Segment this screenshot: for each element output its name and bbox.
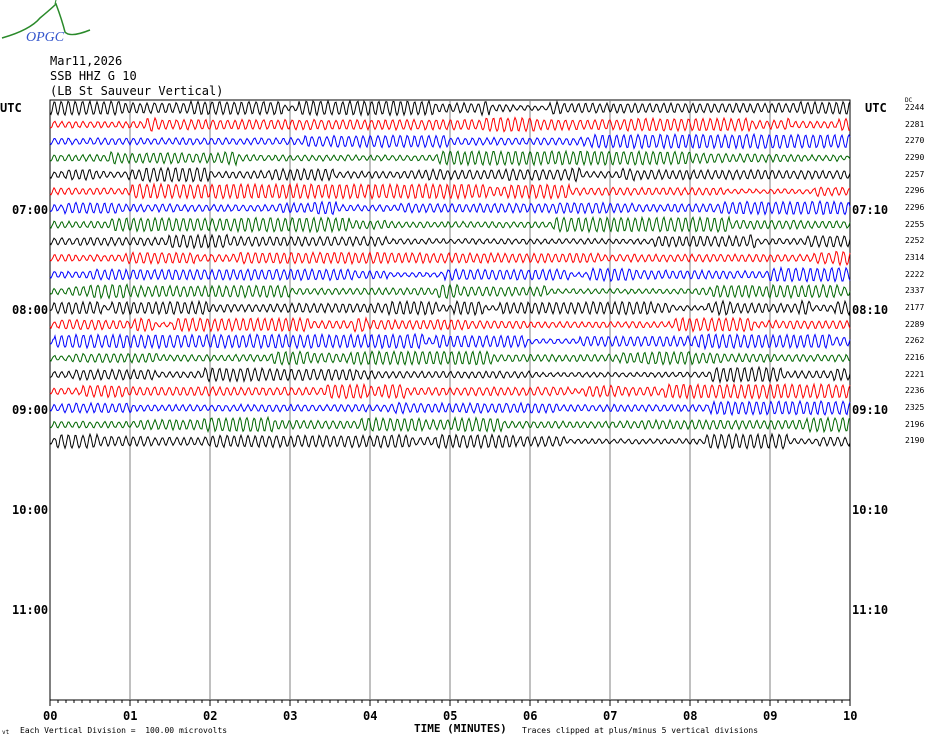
x-tick-label: 08 (683, 709, 698, 723)
dc-value: 2257 (905, 169, 925, 179)
dc-value: 2262 (905, 336, 925, 346)
x-tick-label: 04 (363, 709, 378, 723)
dc-header: DC (905, 97, 913, 104)
dc-value: 2255 (905, 219, 925, 229)
left-time-label: 11:00 (12, 603, 49, 617)
left-time-label: 07:00 (12, 203, 49, 217)
left-time-label: 10:00 (12, 503, 49, 517)
dc-value: 2196 (905, 419, 925, 429)
dc-value: 2281 (905, 119, 925, 129)
right-time-label: 09:10 (852, 403, 889, 417)
dc-value: 2337 (905, 286, 925, 296)
dc-value: 2270 (905, 136, 925, 146)
right-time-label: 10:10 (852, 503, 889, 517)
dc-value: 2177 (905, 303, 925, 312)
right-time-label: 07:10 (852, 203, 889, 217)
dc-value: 2244 (905, 103, 925, 112)
right-time-label: 08:10 (852, 303, 889, 317)
dc-value: 2190 (905, 436, 925, 446)
dc-value: 2221 (905, 369, 925, 379)
dc-value: 2296 (905, 203, 925, 212)
x-tick-label: 03 (283, 709, 298, 723)
x-tick-label: 01 (123, 709, 138, 723)
x-tick-label: 07 (603, 709, 618, 723)
clip-note: Traces clipped at plus/minus 5 vertical … (522, 726, 759, 735)
dc-value: 2289 (905, 319, 925, 329)
right-time-label: UTC (865, 101, 887, 115)
dc-value: 2236 (905, 386, 925, 396)
x-axis-label: TIME (MINUTES) (414, 722, 507, 735)
dc-value: 2216 (905, 353, 925, 362)
left-time-label: UTC (0, 101, 22, 115)
x-tick-label: 02 (203, 709, 218, 723)
scale-note: Each Vertical Division = 100.00 microvol… (20, 726, 228, 735)
x-tick-label: 00 (43, 709, 58, 723)
dc-value: 2222 (905, 269, 925, 279)
x-tick-label: 10 (843, 709, 858, 723)
dc-value: 2290 (905, 153, 925, 162)
x-tick-label: 06 (523, 709, 538, 723)
dc-value: 2296 (905, 186, 925, 196)
dc-value: 2325 (905, 403, 925, 412)
corner-mark: vt (2, 729, 10, 736)
dc-value: 2314 (905, 253, 925, 262)
left-time-label: 08:00 (12, 303, 49, 317)
left-time-label: 09:00 (12, 403, 49, 417)
right-time-label: 11:10 (852, 603, 889, 617)
x-tick-label: 05 (443, 709, 458, 723)
dc-value: 2252 (905, 236, 925, 246)
helicorder-plot (49, 99, 851, 706)
x-tick-label: 09 (763, 709, 778, 723)
